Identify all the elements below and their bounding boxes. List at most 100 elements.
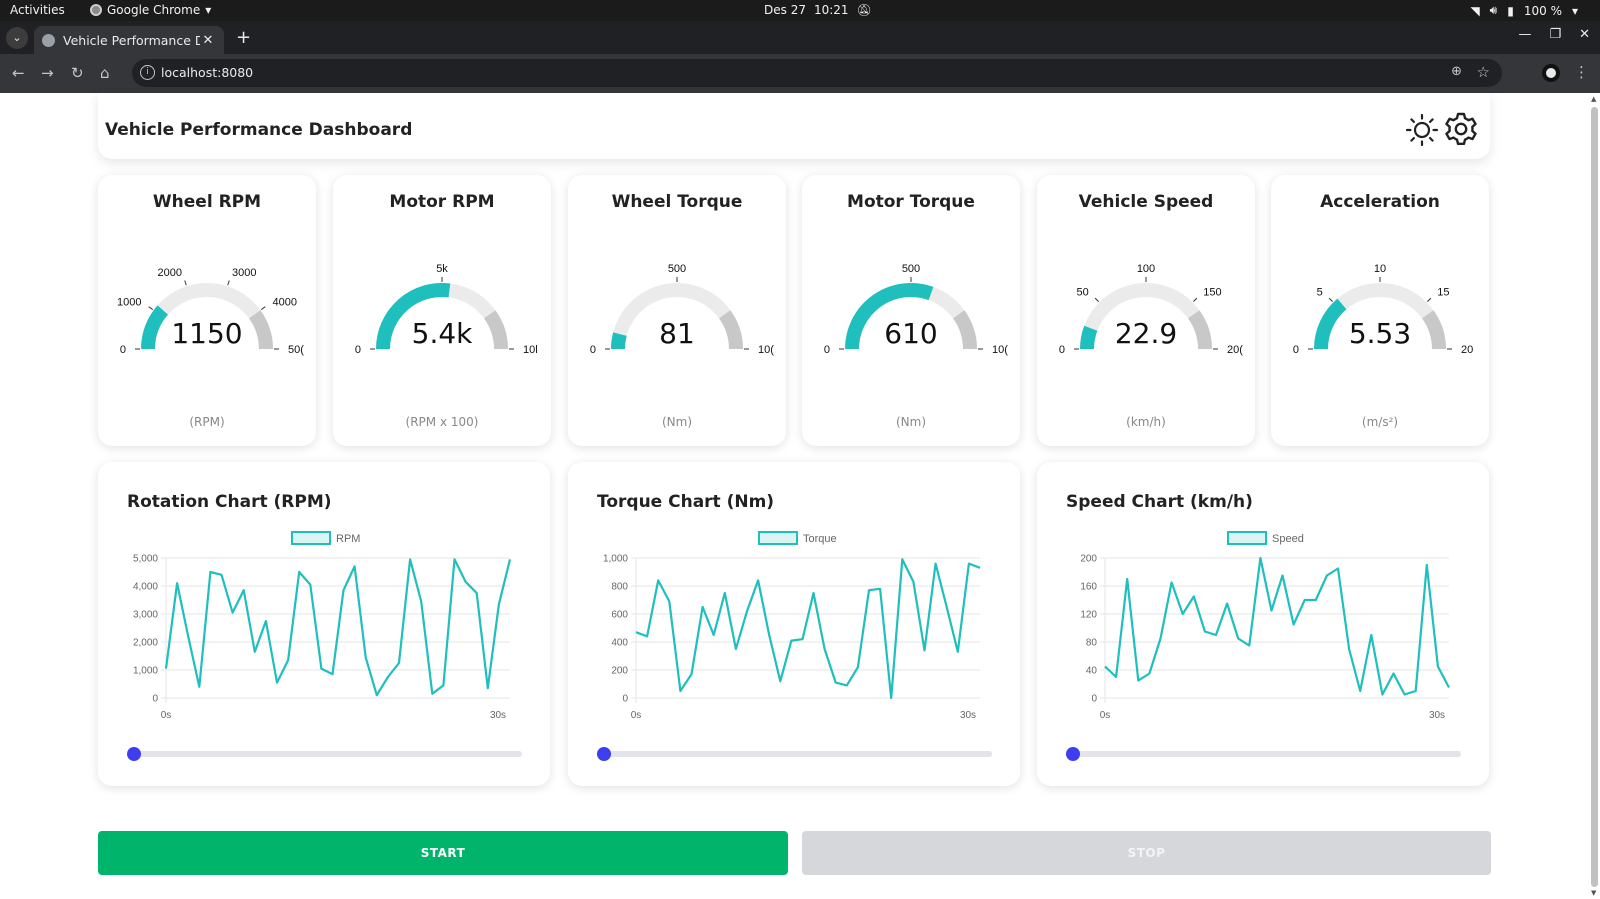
gauge-tick xyxy=(184,280,187,286)
gauge-tick-label: 15 xyxy=(1437,287,1449,299)
start-button[interactable]: START xyxy=(98,831,788,875)
battery-label: 100 % xyxy=(1523,3,1562,18)
forward-icon[interactable]: → xyxy=(41,64,54,82)
settings-gear-icon[interactable] xyxy=(1443,111,1479,147)
clock[interactable]: Des 27 10:21 🔕︎ xyxy=(764,3,872,17)
gauge-tick-label: 5 xyxy=(1317,287,1323,299)
clock-date: Des 27 xyxy=(764,3,806,17)
system-tray[interactable]: ◥ 🔊︎ ▮ 100 % ▾ xyxy=(1470,3,1578,18)
gauge-tick-label: 0 xyxy=(120,344,126,356)
chart-title: Speed Chart (km/h) xyxy=(1066,492,1253,512)
gauge-tick-label: 50( xyxy=(288,344,304,356)
gauge-tick-label: 20( xyxy=(1227,344,1243,356)
address-bar[interactable]: i localhost:8080 ⊕ ☆ xyxy=(132,59,1502,87)
y-tick-label: 120 xyxy=(1080,610,1097,621)
gauge-tick-label: 500 xyxy=(902,263,920,275)
gauge-unit: (km/h) xyxy=(1126,415,1166,429)
y-tick-label: 1,000 xyxy=(603,554,628,565)
gauge-dial: 0 1000 2000 3000 4000 50(1150 xyxy=(117,267,304,356)
gauge-tick-label: 0 xyxy=(1293,344,1299,356)
gauge-value-arc xyxy=(141,305,169,350)
gauge-tick xyxy=(1328,297,1333,302)
stop-button[interactable]: STOP xyxy=(802,831,1491,875)
chevron-down-icon: ▾ xyxy=(1571,3,1578,18)
close-tab-icon[interactable]: ✕ xyxy=(200,33,216,48)
activities-button[interactable]: Activities xyxy=(10,3,65,17)
time-slider-track[interactable] xyxy=(1067,751,1461,757)
app-menu[interactable]: Google Chrome ▾ xyxy=(90,3,211,17)
reload-icon[interactable]: ↻ xyxy=(71,64,84,82)
x-tick-label: 0s xyxy=(161,710,172,721)
gauge-tick-label: 20 xyxy=(1461,344,1473,356)
theme-toggle-sun-icon[interactable] xyxy=(1405,113,1439,147)
restore-icon[interactable]: ❐ xyxy=(1549,27,1561,42)
gauge-value: 22.9 xyxy=(1115,317,1177,350)
time-slider-track[interactable] xyxy=(128,751,522,757)
time-slider-handle[interactable] xyxy=(127,747,141,761)
scroll-down-icon[interactable]: ▼ xyxy=(1591,889,1596,897)
browser-tab[interactable]: Vehicle Performance Da ✕ xyxy=(34,26,224,54)
legend-swatch xyxy=(291,531,331,545)
globe-icon xyxy=(42,33,55,47)
wifi-icon: ◥ xyxy=(1470,3,1480,18)
gauge-unit: (Nm) xyxy=(661,415,693,429)
home-icon[interactable]: ⌂ xyxy=(100,64,110,82)
tab-strip: ⌄ Vehicle Performance Da ✕ + — ❐ ✕ xyxy=(0,21,1600,54)
zoom-icon[interactable]: ⊕ xyxy=(1451,64,1462,79)
back-icon[interactable]: ← xyxy=(12,64,25,82)
gauge-tick-label: 3000 xyxy=(232,267,256,279)
y-tick-label: 0 xyxy=(1091,694,1097,705)
gauge-card-wheel-rpm: Wheel RPM 0 1000 2000 3000 4000 50(1150 (RPM) xyxy=(98,175,316,446)
y-tick-label: 0 xyxy=(622,694,628,705)
rotation-chart: 0 1,000 2,000 3,000 4,000 5,000 0s 30s RPM xyxy=(133,531,512,721)
url-text[interactable]: localhost:8080 xyxy=(161,65,253,80)
chrome-icon xyxy=(90,4,102,16)
gauge-tick xyxy=(1094,297,1099,302)
dashboard-header: Vehicle Performance Dashboard xyxy=(98,93,1490,159)
clock-time: 10:21 xyxy=(813,3,849,17)
profile-avatar[interactable] xyxy=(1542,64,1560,82)
app-name: Google Chrome xyxy=(107,3,201,17)
gauge-value-arc xyxy=(1080,325,1098,350)
gauge-tick-label: 10( xyxy=(758,344,774,356)
gauge-dial: 0 50 100 150 20(22.9 xyxy=(1059,263,1243,356)
gauge-tick xyxy=(1193,297,1198,302)
gauge-redzone xyxy=(483,310,508,350)
gauge-tick xyxy=(148,306,154,311)
scrollbar-thumb[interactable] xyxy=(1591,107,1598,887)
y-tick-label: 160 xyxy=(1080,582,1097,593)
gauge-dial: 0 5 10 15 20 5.53 xyxy=(1293,263,1473,356)
gauge-value: 81 xyxy=(659,317,695,350)
gauge-tick-label: 2000 xyxy=(157,267,181,279)
site-info-icon[interactable]: i xyxy=(140,65,155,80)
y-tick-label: 0 xyxy=(152,694,158,705)
speed-chart: 0 40 80 120 160 200 0s 30s Speed xyxy=(1080,531,1450,721)
browser-toolbar: ← → ↻ ⌂ i localhost:8080 ⊕ ☆ ⋮ xyxy=(0,54,1600,93)
scroll-up-icon[interactable]: ▲ xyxy=(1591,95,1596,103)
gauge-title: Acceleration xyxy=(1320,192,1440,212)
gauge-value: 1150 xyxy=(171,317,242,350)
tab-search-button[interactable]: ⌄ xyxy=(6,27,28,49)
gauge-title: Wheel Torque xyxy=(611,192,743,212)
gauge-card-wheel-torque: Wheel Torque 0 500 10(81 (Nm) xyxy=(568,175,786,446)
gauge-tick xyxy=(1427,297,1432,302)
legend-swatch xyxy=(758,531,798,545)
gauge-dial: 0 500 10(610 xyxy=(824,263,1008,356)
new-tab-button[interactable]: + xyxy=(236,29,251,47)
close-window-icon[interactable]: ✕ xyxy=(1579,27,1590,42)
y-tick-label: 5,000 xyxy=(133,554,158,565)
page-scrollbar[interactable]: ▲ ▼ xyxy=(1589,93,1600,899)
series-line xyxy=(1104,556,1450,696)
gauge-tick-label: 1000 xyxy=(117,296,141,308)
time-slider-handle[interactable] xyxy=(1066,747,1080,761)
menu-kebab-icon[interactable]: ⋮ xyxy=(1574,63,1589,81)
gauge-redzone xyxy=(248,310,273,350)
time-slider-handle[interactable] xyxy=(597,747,611,761)
bookmark-star-icon[interactable]: ☆ xyxy=(1477,63,1490,81)
time-slider-track[interactable] xyxy=(598,751,992,757)
gauge-redzone xyxy=(1421,310,1446,350)
minimize-icon[interactable]: — xyxy=(1518,27,1531,42)
gauge-redzone xyxy=(952,310,977,350)
gauge-value-arc xyxy=(1314,298,1347,350)
x-tick-label: 0s xyxy=(1100,710,1111,721)
